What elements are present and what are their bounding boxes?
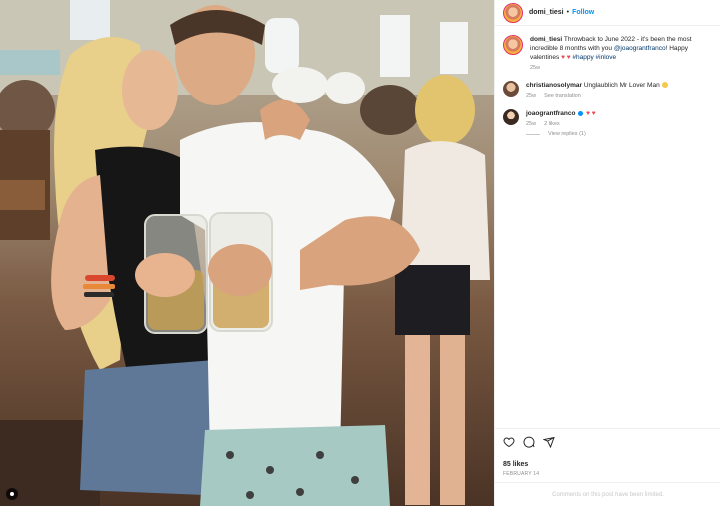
caption-hashtags[interactable]: #happy #inlove [572,54,616,61]
post-date[interactable]: FEBRUARY 14 [503,471,713,477]
see-translation-button[interactable]: See translation [544,93,581,99]
comment-icon[interactable] [523,436,535,448]
post-photo[interactable] [0,0,494,506]
likes-count[interactable]: 85 likes [503,461,713,468]
view-replies-button[interactable]: View replies (1) [526,131,713,137]
separator-dot: • [566,9,570,16]
comment-username[interactable]: christianosolymar [526,82,582,89]
verified-badge-icon [578,110,584,116]
author-username[interactable]: domi_tiesi [529,9,564,16]
comment-item: christianosolymar Unglaublich Mr Lover M… [495,78,720,102]
couple-photo-illustration [0,0,494,506]
comments-list: domi_tiesi Throwback to June 2022 - it's… [495,32,720,140]
heart-emoji: ♥ ♥ [586,110,596,117]
caption: domi_tiesi Throwback to June 2022 - it's… [495,32,720,74]
heart-icon[interactable] [503,436,515,448]
tagged-users-icon[interactable] [6,488,18,500]
instagram-post: domi_tiesi • Follow domi_tiesi Throwback… [0,0,720,506]
comment-likes[interactable]: 2 likes [544,121,560,127]
caption-avatar[interactable] [503,35,523,55]
caption-mention[interactable]: @joaograntfranco [614,45,666,52]
share-icon[interactable] [543,436,555,448]
clapping-hands-icon [661,82,668,89]
follow-button[interactable]: Follow [572,9,594,16]
comment-item: joaograntfranco ♥ ♥ 25w 2 likes View rep… [495,106,720,140]
comment-time[interactable]: 25w [526,93,536,99]
post-actions: 85 likes FEBRUARY 14 [495,428,720,477]
commenter-avatar[interactable] [503,109,519,125]
post-side-panel: domi_tiesi • Follow domi_tiesi Throwback… [494,0,720,506]
comment-username[interactable]: joaograntfranco [526,110,575,117]
caption-username[interactable]: domi_tiesi [530,36,562,43]
commenter-avatar[interactable] [503,81,519,97]
view-replies-label: View replies (1) [548,131,586,137]
heart-emoji: ♥ ♥ [561,54,571,61]
comments-limited-notice: Comments on this post have been limited. [495,482,720,506]
post-header: domi_tiesi • Follow [495,0,720,26]
author-avatar[interactable] [503,2,523,23]
comment-text: Unglaublich Mr Lover Man [583,82,660,89]
replies-line [526,133,540,135]
comments-limited-text: Comments on this post have been limited. [552,491,664,498]
caption-time[interactable]: 25w [530,65,540,71]
comment-time[interactable]: 25w [526,121,536,127]
